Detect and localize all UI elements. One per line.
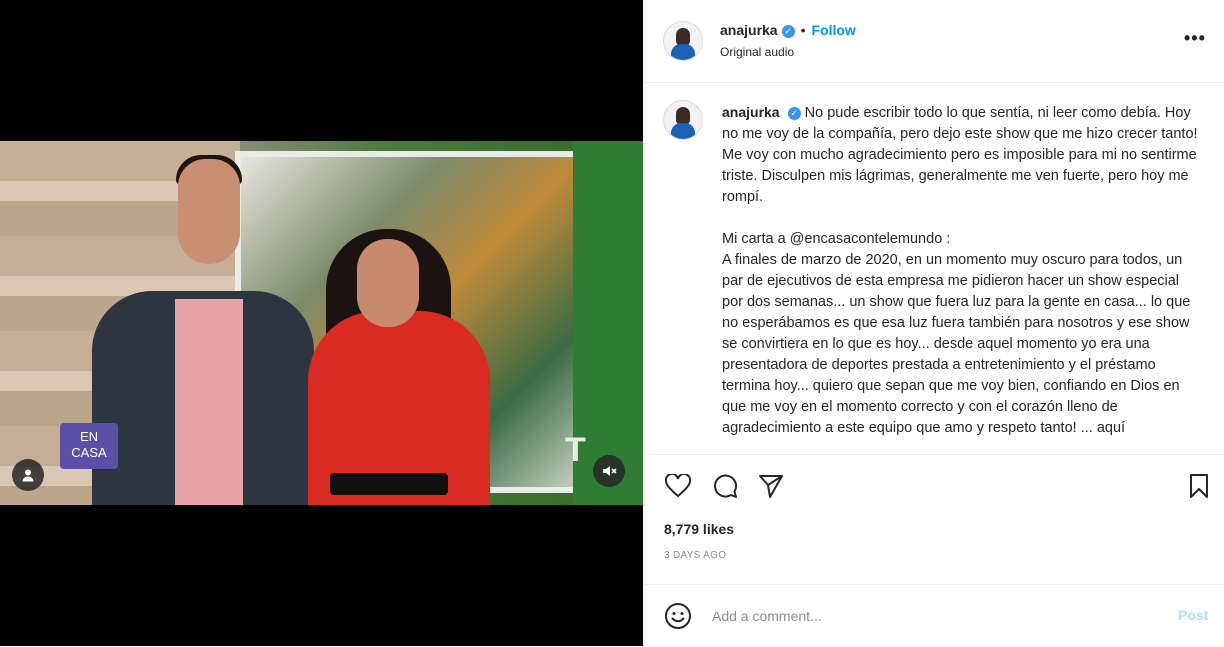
verified-badge-icon: ✓	[781, 25, 795, 38]
comment-bubble-icon	[714, 474, 738, 498]
follow-button[interactable]: Follow	[812, 22, 856, 38]
caption-text: anajurka ✓ No pude escribir todo lo que s…	[722, 102, 1202, 439]
separator-dot: •	[800, 22, 806, 38]
mute-toggle-button[interactable]	[593, 455, 625, 487]
show-logo-line1: EN	[79, 429, 99, 444]
caption-body: No pude escribir todo lo que sentía, ni …	[722, 105, 1198, 436]
presenter-male-head	[178, 159, 240, 264]
bookmark-icon	[1190, 474, 1208, 498]
network-logo: T	[565, 431, 586, 469]
comment-input[interactable]	[710, 603, 1144, 629]
comment-bar: Post	[645, 584, 1224, 647]
share-button[interactable]	[756, 471, 786, 501]
verified-badge-icon: ✓	[787, 107, 801, 120]
presenter-male-shirt	[175, 299, 243, 505]
user-tag-icon	[22, 469, 34, 482]
presenter-female-head	[357, 239, 419, 327]
comment-button[interactable]	[710, 471, 740, 501]
more-options-icon[interactable]: •••	[1184, 28, 1206, 49]
audio-label[interactable]: Original audio	[720, 45, 794, 59]
post-media: EN CASA T	[0, 0, 643, 646]
tagged-users-button[interactable]	[12, 459, 44, 491]
video-player[interactable]: EN CASA T	[0, 141, 643, 505]
show-logo: EN CASA	[60, 423, 118, 469]
action-bar: 8,779 likes 3 DAYS AGO	[645, 454, 1224, 585]
emoji-smile-icon[interactable]	[664, 602, 692, 630]
caption-section: anajurka ✓ No pude escribir todo lo que s…	[645, 83, 1224, 454]
heart-icon	[665, 474, 691, 498]
like-button[interactable]	[663, 471, 693, 501]
post-header: anajurka ✓ • Follow Original audio •••	[645, 0, 1224, 83]
show-logo-line2: CASA	[71, 445, 107, 460]
paper-plane-icon	[759, 475, 783, 498]
likes-count[interactable]: 8,779 likes	[664, 521, 734, 537]
post-timestamp[interactable]: 3 DAYS AGO	[664, 550, 726, 561]
post-details-panel: anajurka ✓ • Follow Original audio ••• anaj…	[644, 0, 1224, 646]
caption-username-link[interactable]: anajurka	[722, 104, 780, 120]
caption-avatar[interactable]	[663, 100, 703, 140]
speaker-muted-icon	[603, 466, 617, 476]
save-button[interactable]	[1184, 471, 1214, 501]
username-link[interactable]: anajurka	[720, 22, 778, 38]
avatar[interactable]	[663, 21, 703, 61]
post-comment-button[interactable]: Post	[1178, 607, 1208, 623]
header-user-line: anajurka ✓ • Follow	[720, 22, 856, 38]
presenter-female-belt	[330, 473, 448, 495]
